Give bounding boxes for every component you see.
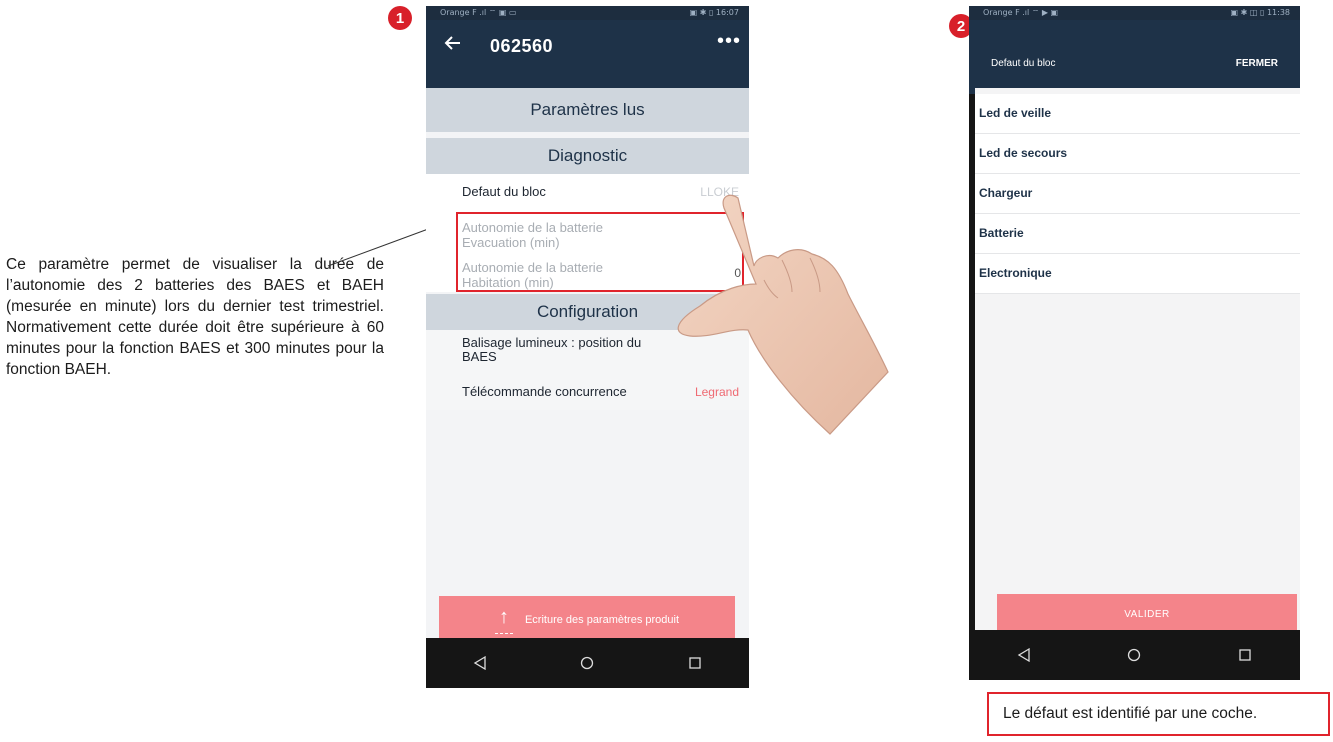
balisage-label[interactable]: Balisage lumineux : position du BAES — [462, 336, 662, 364]
write-parameters-label: Ecriture des paramètres produit — [524, 614, 680, 626]
more-menu-icon[interactable]: ••• — [717, 30, 741, 53]
list-item-chargeur[interactable]: Chargeur — [975, 174, 1300, 214]
section-parametres-lus: Paramètres lus — [426, 88, 749, 132]
status-left: Orange F .ıl ⌔ ▶ ▣ — [983, 8, 1059, 17]
note-box: Le défaut est identifié par une coche. — [987, 692, 1330, 736]
status-bar: Orange F .ıl ⌔ ▣ ▭ ▣ ✱ ▯ 16:07 — [426, 6, 749, 20]
list-item-batterie[interactable]: Batterie — [975, 214, 1300, 254]
status-left: Orange F .ıl ⌔ ▣ ▭ — [440, 8, 517, 17]
nav-back-icon[interactable] — [460, 643, 500, 683]
dialog-header: Defaut du bloc FERMER — [969, 20, 1300, 94]
nav-home-icon[interactable] — [1114, 635, 1154, 675]
defaut-label: Defaut du bloc — [462, 184, 546, 199]
section-diagnostic: Diagnostic — [426, 138, 749, 174]
list-item-led-veille[interactable]: Led de veille — [975, 94, 1300, 134]
list-item-electronique[interactable]: Electronique — [975, 254, 1300, 294]
telecommande-label[interactable]: Télécommande concurrence — [462, 384, 627, 399]
close-button[interactable]: FERMER — [1236, 58, 1278, 69]
dialog-title: Defaut du bloc — [991, 58, 1056, 69]
fault-list-sheet: Led de veille Led de secours Chargeur Ba… — [975, 88, 1300, 634]
nav-recent-icon[interactable] — [1225, 635, 1265, 675]
android-nav-bar — [969, 630, 1300, 680]
app-bar: 062560 ••• — [426, 20, 749, 94]
android-nav-bar — [426, 638, 749, 688]
note-text: Le défaut est identifié par une coche. — [1003, 705, 1258, 722]
status-right: ▣ ✱ ◫ ▯ 11:38 — [1230, 8, 1290, 17]
write-parameters-button[interactable]: ↑ Ecriture des paramètres produit — [439, 596, 735, 644]
list-item-led-secours[interactable]: Led de secours — [975, 134, 1300, 174]
status-right: ▣ ✱ ▯ 16:07 — [689, 8, 739, 17]
nav-home-icon[interactable] — [567, 643, 607, 683]
nav-recent-icon[interactable] — [675, 643, 715, 683]
validate-button[interactable]: VALIDER — [997, 594, 1297, 634]
nav-back-icon[interactable] — [1004, 635, 1044, 675]
device-title: 062560 — [490, 36, 554, 56]
back-arrow-icon[interactable] — [444, 34, 462, 58]
step-badge-1: 1 — [388, 6, 412, 30]
pointing-hand-illustration — [677, 194, 889, 435]
phone-screenshot-2: Orange F .ıl ⌔ ▶ ▣ ▣ ✱ ◫ ▯ 11:38 Defaut … — [969, 6, 1300, 680]
annotation-text: Ce paramètre permet de visualiser la dur… — [6, 256, 384, 378]
upload-arrow-icon: ↑ — [494, 607, 513, 634]
status-bar: Orange F .ıl ⌔ ▶ ▣ ▣ ✱ ◫ ▯ 11:38 — [969, 6, 1300, 20]
